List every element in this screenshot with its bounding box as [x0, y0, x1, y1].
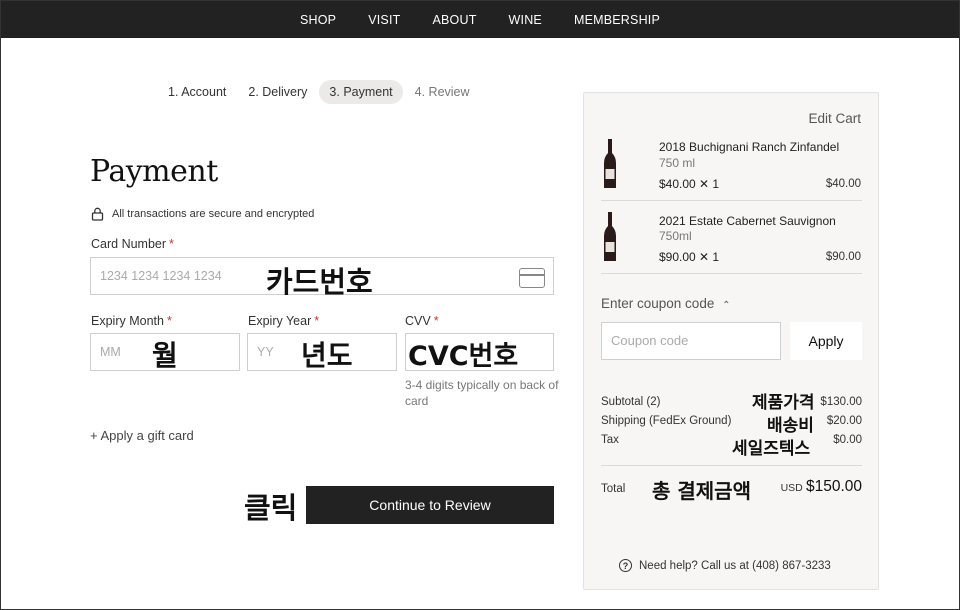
subtotal-label: Subtotal (2)	[601, 396, 661, 408]
coupon-toggle[interactable]: Enter coupon code ⌃	[601, 296, 731, 311]
click-annotation: 클릭	[244, 491, 298, 525]
order-summary-panel: Edit Cart 2018 Buchignani Ranch Zinfande…	[583, 92, 879, 590]
divider	[601, 200, 862, 201]
nav-visit[interactable]: VISIT	[352, 13, 416, 27]
required-mark: *	[166, 314, 172, 328]
expiry-year-label-text: Expiry Year	[248, 314, 312, 328]
edit-cart-link[interactable]: Edit Cart	[808, 111, 861, 126]
total-label: Total	[601, 483, 626, 495]
total-annotation: 총 결제금액	[652, 479, 751, 503]
shipping-label: Shipping (FedEx Ground)	[601, 415, 732, 427]
step-delivery[interactable]: 2. Delivery	[238, 80, 317, 104]
coupon-toggle-text: Enter coupon code	[601, 296, 715, 311]
cvv-label: CVV *	[405, 314, 439, 328]
nav-shop[interactable]: SHOP	[284, 13, 352, 27]
wine-bottle-icon	[604, 212, 616, 261]
card-number-label-text: Card Number	[91, 237, 167, 251]
cart-item-price-qty: $90.00 ✕ 1	[659, 250, 720, 264]
nav-membership[interactable]: MEMBERSHIP	[558, 13, 676, 27]
continue-to-review-button[interactable]: Continue to Review	[306, 486, 554, 524]
secure-notice: All transactions are secure and encrypte…	[91, 207, 314, 221]
page-title: Payment	[90, 154, 218, 189]
coupon-code-input[interactable]: Coupon code	[601, 322, 781, 360]
apply-coupon-button[interactable]: Apply	[790, 322, 862, 360]
shipping-row: Shipping (FedEx Ground) $20.00	[601, 415, 862, 427]
card-number-label: Card Number *	[91, 237, 174, 251]
wine-bottle-icon	[604, 139, 616, 188]
divider	[601, 273, 862, 274]
expiry-month-label: Expiry Month *	[91, 314, 172, 328]
cart-item-name: 2018 Buchignani Ranch Zinfandel	[659, 140, 840, 154]
divider	[601, 465, 862, 466]
cvv-annotation: CVC번호	[408, 341, 519, 372]
required-mark: *	[314, 314, 320, 328]
tax-value: $0.00	[833, 434, 862, 446]
expiry-year-annotation: 년도	[301, 339, 353, 372]
top-navigation: SHOP VISIT ABOUT WINE MEMBERSHIP	[1, 1, 959, 38]
chevron-up-icon: ⌃	[722, 300, 731, 311]
expiry-month-label-text: Expiry Month	[91, 314, 164, 328]
required-mark: *	[169, 237, 174, 251]
credit-card-icon	[519, 268, 545, 288]
step-account[interactable]: 1. Account	[158, 80, 236, 104]
cart-item-size: 750 ml	[659, 156, 696, 170]
help-contact: ? Need help? Call us at (408) 867-3233	[619, 559, 831, 572]
subtotal-value: $130.00	[820, 396, 862, 408]
lock-icon	[91, 207, 104, 221]
cart-item-size: 750ml	[659, 229, 692, 243]
expiry-year-label: Expiry Year *	[248, 314, 319, 328]
nav-wine[interactable]: WINE	[493, 13, 558, 27]
tax-annotation: 세일즈텍스	[732, 439, 811, 459]
subtotal-row: Subtotal (2) $130.00	[601, 396, 862, 408]
step-payment[interactable]: 3. Payment	[319, 80, 403, 104]
expiry-month-annotation: 월	[152, 339, 178, 372]
apply-gift-card-link[interactable]: + Apply a gift card	[90, 428, 194, 443]
question-circle-icon: ?	[619, 559, 632, 572]
shipping-value: $20.00	[826, 415, 862, 427]
total-currency: USD	[780, 482, 803, 494]
cart-item-total: $40.00	[825, 178, 861, 190]
cart-item-total: $90.00	[825, 251, 861, 263]
cvv-hint: 3-4 digits typically on back of card	[405, 378, 559, 408]
cvv-label-text: CVV	[405, 314, 431, 328]
cart-item-name: 2021 Estate Cabernet Sauvignon	[659, 214, 836, 228]
step-review: 4. Review	[414, 85, 470, 99]
subtotal-annotation: 제품가격	[752, 393, 815, 413]
nav-about[interactable]: ABOUT	[416, 13, 492, 27]
total-amount: USD $150.00	[781, 478, 862, 496]
cart-item-price-qty: $40.00 ✕ 1	[659, 177, 720, 191]
secure-text: All transactions are secure and encrypte…	[112, 208, 315, 220]
help-text: Need help? Call us at (408) 867-3233	[639, 559, 831, 572]
required-mark: *	[433, 314, 439, 328]
shipping-annotation: 배송비	[767, 416, 814, 436]
card-number-annotation: 카드번호	[266, 265, 373, 299]
checkout-steps: 1. Account 2. Delivery 3. Payment 4. Rev…	[158, 80, 482, 104]
total-value: $150.00	[805, 478, 862, 495]
tax-label: Tax	[601, 434, 619, 446]
